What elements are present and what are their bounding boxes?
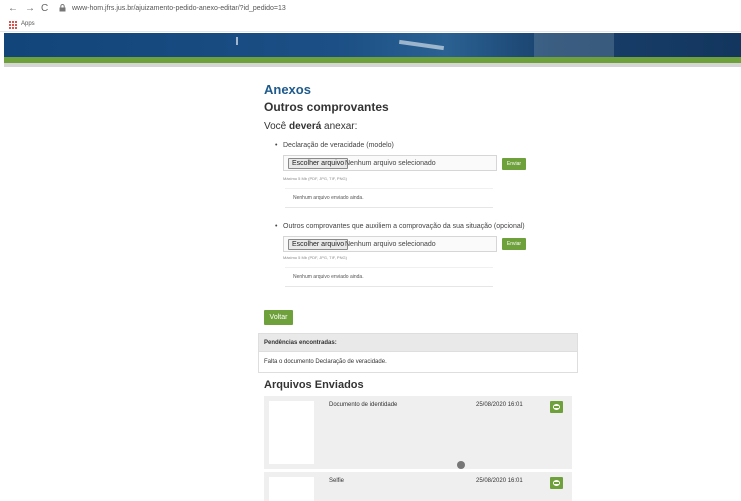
sent-files-title: Arquivos Enviados bbox=[264, 379, 364, 391]
browser-toolbar: ← → C www-hom.jfrs.jus.br/ajuizamento-pe… bbox=[0, 0, 741, 32]
sent-file-date: 25/08/2020 16:01 bbox=[476, 402, 523, 408]
sent-file-name: Documento de identidade bbox=[329, 402, 398, 408]
file-input-declaracao[interactable]: Escolher arquivo Nenhum arquivo selecion… bbox=[283, 155, 497, 171]
attachment-label-outros: Outros comprovantes que auxiliem a compr… bbox=[275, 222, 525, 231]
bookmarks-bar: Apps bbox=[0, 17, 741, 32]
choose-file-button[interactable]: Escolher arquivo bbox=[288, 158, 349, 169]
send-button-declaracao[interactable]: Enviar bbox=[502, 158, 526, 170]
apps-bookmark[interactable]: Apps bbox=[21, 19, 35, 29]
pending-message: Falta o documento Declaração de veracida… bbox=[258, 352, 578, 373]
remove-file-icon[interactable] bbox=[550, 401, 563, 413]
sent-files-box-declaracao: Nenhum arquivo enviado ainda. bbox=[285, 188, 493, 208]
sent-file-date: 25/08/2020 16:01 bbox=[476, 478, 523, 484]
sent-status: Nenhum arquivo enviado ainda. bbox=[293, 274, 364, 280]
sent-file-name: Selfie bbox=[329, 478, 345, 484]
attachment-label-declaracao: Declaração de veracidade (modelo) bbox=[275, 141, 394, 150]
back-button[interactable]: Voltar bbox=[264, 310, 293, 325]
max-size-hint: Máximo 5 Mb (PDF, JPG, TIF, PNG) bbox=[283, 255, 347, 260]
send-button-outros[interactable]: Enviar bbox=[502, 238, 526, 250]
lock-icon bbox=[59, 4, 66, 12]
pending-header: Pendências encontradas: bbox=[258, 333, 578, 352]
address-bar[interactable]: www-hom.jfrs.jus.br/ajuizamento-pedido-a… bbox=[72, 3, 286, 15]
page-title: Anexos bbox=[264, 82, 311, 97]
file-thumbnail[interactable] bbox=[269, 401, 314, 464]
file-status: Nenhum arquivo selecionado bbox=[345, 241, 436, 248]
file-input-outros[interactable]: Escolher arquivo Nenhum arquivo selecion… bbox=[283, 236, 497, 252]
choose-file-button[interactable]: Escolher arquivo bbox=[288, 239, 349, 250]
sent-files-box-outros: Nenhum arquivo enviado ainda. bbox=[285, 267, 493, 287]
apps-grid-icon[interactable] bbox=[9, 21, 17, 29]
sent-status: Nenhum arquivo enviado ainda. bbox=[293, 195, 364, 201]
mouse-cursor-indicator bbox=[457, 461, 465, 469]
back-arrow-icon[interactable]: ← bbox=[8, 3, 18, 15]
sent-file-row: Documento de identidade 25/08/2020 16:01 bbox=[264, 396, 572, 469]
remove-file-icon[interactable] bbox=[550, 477, 563, 489]
reload-icon[interactable]: C bbox=[41, 3, 48, 15]
max-size-hint: Máximo 5 Mb (PDF, JPG, TIF, PNG) bbox=[283, 176, 347, 181]
site-header-banner bbox=[4, 33, 741, 57]
instruction-text: Você deverá anexar: bbox=[264, 121, 358, 132]
header-gray-stripe bbox=[4, 63, 741, 67]
sent-file-row: Selfie 25/08/2020 16:01 bbox=[264, 472, 572, 501]
file-thumbnail[interactable] bbox=[269, 477, 314, 501]
page-subtitle: Outros comprovantes bbox=[264, 100, 389, 114]
forward-arrow-icon[interactable]: → bbox=[25, 3, 35, 15]
file-status: Nenhum arquivo selecionado bbox=[345, 160, 436, 167]
